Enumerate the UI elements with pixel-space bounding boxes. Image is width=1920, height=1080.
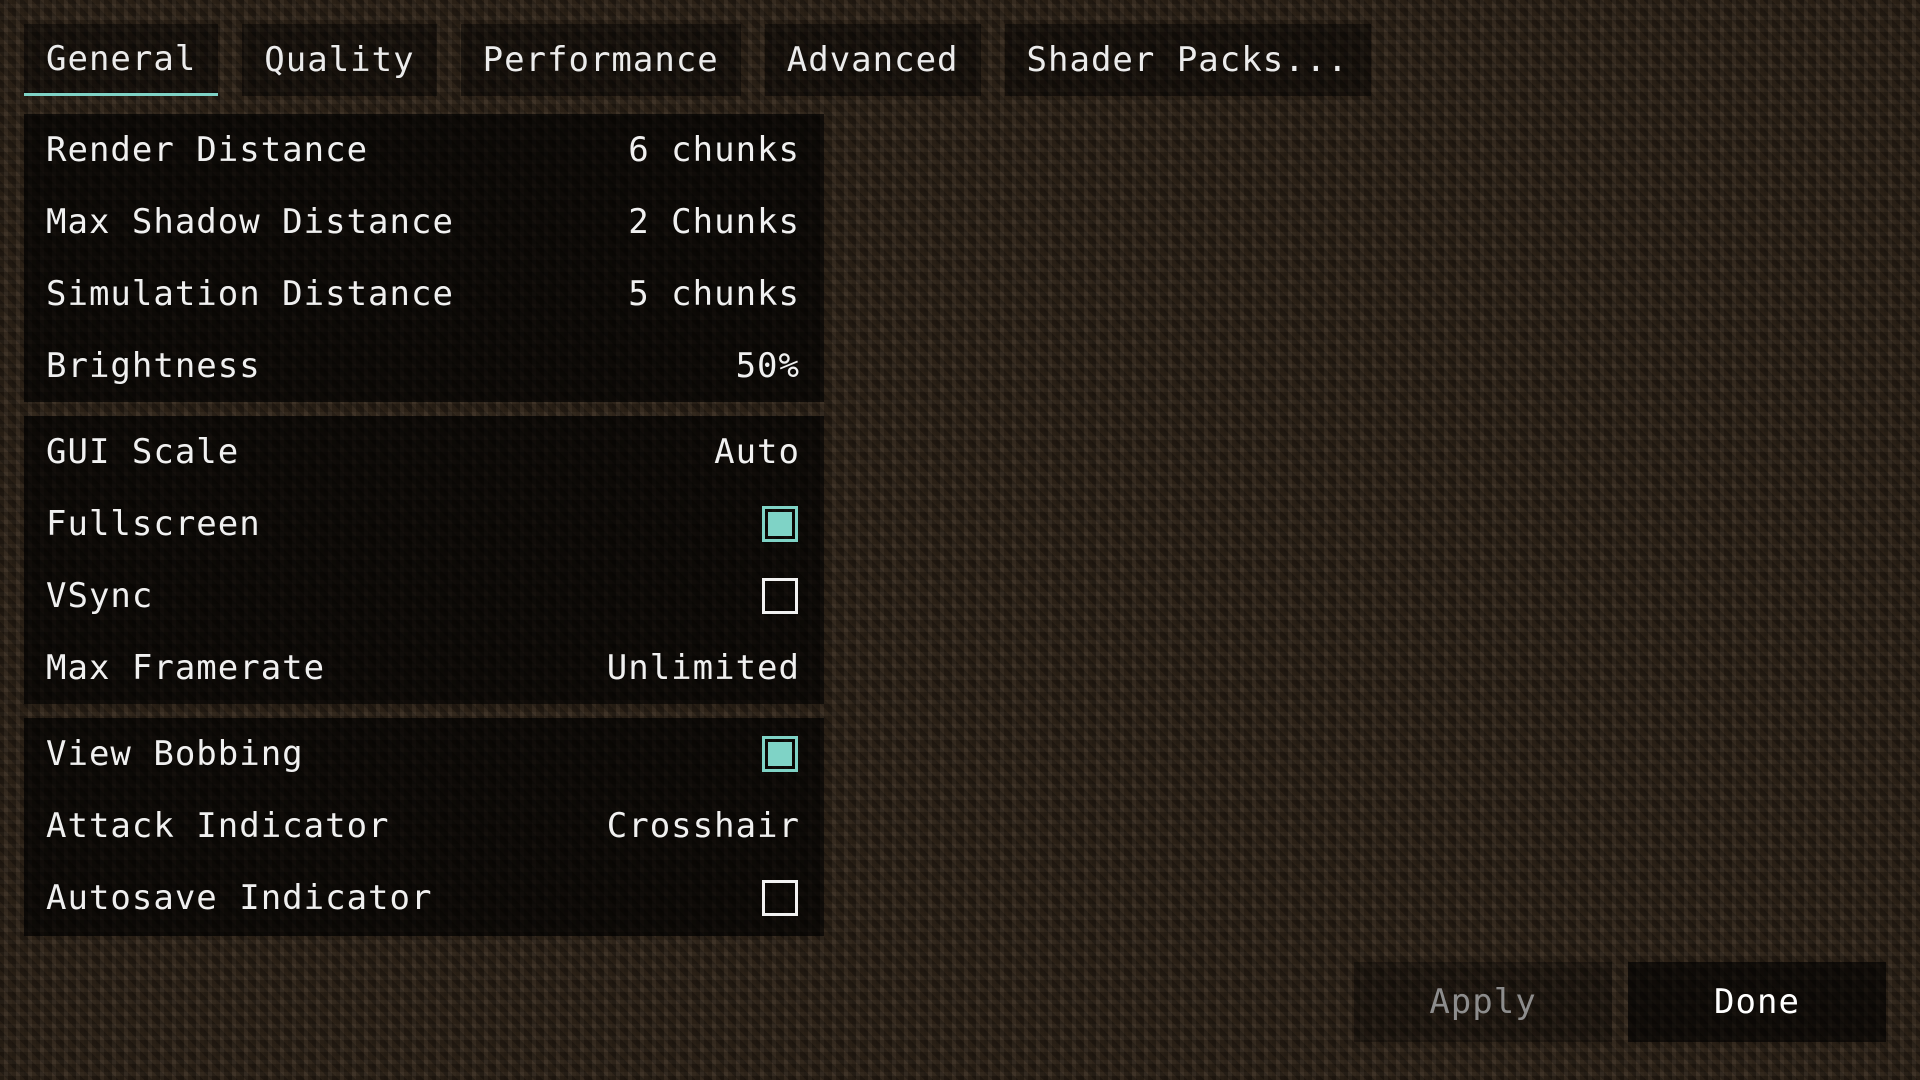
setting-attack-indicator[interactable]: Attack Indicator Crosshair <box>24 790 824 862</box>
setting-render-distance[interactable]: Render Distance 6 chunks <box>24 114 824 186</box>
settings-group-indicators: View Bobbing Attack Indicator Crosshair … <box>24 718 824 936</box>
setting-label: Render Distance <box>46 130 369 170</box>
setting-view-bobbing[interactable]: View Bobbing <box>24 718 824 790</box>
setting-value: 2 Chunks <box>628 202 800 242</box>
tab-advanced[interactable]: Advanced <box>764 24 981 96</box>
setting-label: GUI Scale <box>46 432 240 472</box>
video-settings-screen: General Quality Performance Advanced Sha… <box>0 0 1920 1080</box>
setting-vsync[interactable]: VSync <box>24 560 824 632</box>
setting-label: Autosave Indicator <box>46 878 433 918</box>
setting-max-shadow-distance[interactable]: Max Shadow Distance 2 Chunks <box>24 186 824 258</box>
setting-max-framerate[interactable]: Max Framerate Unlimited <box>24 632 824 704</box>
tab-performance[interactable]: Performance <box>460 24 741 96</box>
setting-brightness[interactable]: Brightness 50% <box>24 330 824 402</box>
setting-value: Unlimited <box>606 648 800 688</box>
setting-label: Attack Indicator <box>46 806 390 846</box>
setting-value: Auto <box>714 432 800 472</box>
checkbox-fill <box>768 512 792 536</box>
setting-value: Crosshair <box>606 806 800 846</box>
setting-label: Max Framerate <box>46 648 326 688</box>
autosave-indicator-checkbox[interactable] <box>762 880 798 916</box>
checkbox-fill <box>768 742 792 766</box>
apply-button[interactable]: Apply <box>1354 962 1612 1042</box>
fullscreen-checkbox[interactable] <box>762 506 798 542</box>
view-bobbing-checkbox[interactable] <box>762 736 798 772</box>
settings-group-display: GUI Scale Auto Fullscreen VSync Max Fram… <box>24 416 824 704</box>
setting-label: Simulation Distance <box>46 274 454 314</box>
done-button[interactable]: Done <box>1628 962 1886 1042</box>
tab-general[interactable]: General <box>24 24 219 96</box>
setting-value: 50% <box>735 346 800 386</box>
setting-value: 5 chunks <box>628 274 800 314</box>
tab-bar: General Quality Performance Advanced Sha… <box>24 24 1371 96</box>
setting-label: Max Shadow Distance <box>46 202 454 242</box>
settings-group-distance: Render Distance 6 chunks Max Shadow Dist… <box>24 114 824 402</box>
setting-label: View Bobbing <box>46 734 304 774</box>
setting-value: 6 chunks <box>628 130 800 170</box>
vsync-checkbox[interactable] <box>762 578 798 614</box>
tab-quality[interactable]: Quality <box>242 24 437 96</box>
setting-label: VSync <box>46 576 154 616</box>
setting-simulation-distance[interactable]: Simulation Distance 5 chunks <box>24 258 824 330</box>
setting-gui-scale[interactable]: GUI Scale Auto <box>24 416 824 488</box>
setting-label: Fullscreen <box>46 504 261 544</box>
tab-shader-packs[interactable]: Shader Packs... <box>1004 24 1371 96</box>
setting-autosave-indicator[interactable]: Autosave Indicator <box>24 862 824 934</box>
setting-fullscreen[interactable]: Fullscreen <box>24 488 824 560</box>
setting-label: Brightness <box>46 346 261 386</box>
